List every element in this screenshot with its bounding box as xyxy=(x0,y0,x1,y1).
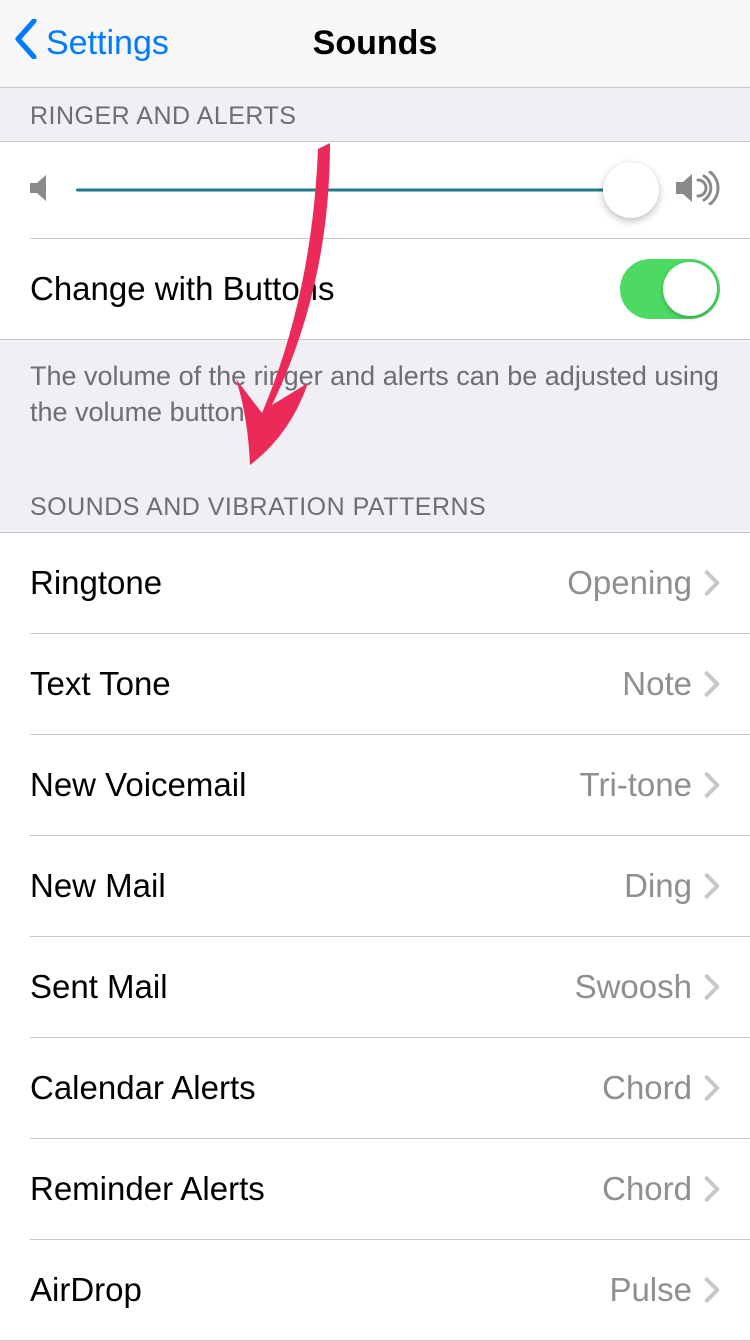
back-button[interactable]: Settings xyxy=(0,19,169,68)
slider-thumb[interactable] xyxy=(603,162,659,218)
row-label: Text Tone xyxy=(30,665,622,703)
chevron-left-icon xyxy=(14,19,46,68)
chevron-right-icon xyxy=(704,1175,720,1203)
row-value: Chord xyxy=(602,1069,692,1107)
back-label: Settings xyxy=(46,24,169,63)
row-value: Opening xyxy=(567,564,692,602)
section-header-ringer: Ringer and Alerts xyxy=(0,88,750,141)
volume-slider-row xyxy=(0,142,750,238)
chevron-right-icon xyxy=(704,1276,720,1304)
row-airdrop[interactable]: AirDropPulse xyxy=(0,1240,750,1340)
change-with-buttons-toggle[interactable] xyxy=(620,259,720,319)
row-calendar-alerts[interactable]: Calendar AlertsChord xyxy=(0,1038,750,1138)
volume-slider[interactable] xyxy=(76,170,654,210)
row-label: New Mail xyxy=(30,867,624,905)
chevron-right-icon xyxy=(704,1074,720,1102)
section-footer-ringer: The volume of the ringer and alerts can … xyxy=(0,340,750,441)
row-value: Pulse xyxy=(609,1271,692,1309)
row-label: AirDrop xyxy=(30,1271,609,1309)
row-sent-mail[interactable]: Sent MailSwoosh xyxy=(0,937,750,1037)
row-reminder-alerts[interactable]: Reminder AlertsChord xyxy=(0,1139,750,1239)
chevron-right-icon xyxy=(704,569,720,597)
section-header-patterns: Sounds and Vibration Patterns xyxy=(0,441,750,532)
chevron-right-icon xyxy=(704,973,720,1001)
chevron-right-icon xyxy=(704,771,720,799)
chevron-right-icon xyxy=(704,872,720,900)
speaker-max-icon xyxy=(676,171,720,210)
group-patterns: RingtoneOpeningText ToneNoteNew Voicemai… xyxy=(0,532,750,1341)
row-label: Calendar Alerts xyxy=(30,1069,602,1107)
row-value: Ding xyxy=(624,867,692,905)
row-ringtone[interactable]: RingtoneOpening xyxy=(0,533,750,633)
speaker-min-icon xyxy=(30,174,54,207)
row-label: Ringtone xyxy=(30,564,567,602)
row-label: Sent Mail xyxy=(30,968,575,1006)
row-label: Reminder Alerts xyxy=(30,1170,602,1208)
row-value: Swoosh xyxy=(575,968,692,1006)
row-new-voicemail[interactable]: New VoicemailTri-tone xyxy=(0,735,750,835)
row-value: Chord xyxy=(602,1170,692,1208)
row-text-tone[interactable]: Text ToneNote xyxy=(0,634,750,734)
change-with-buttons-label: Change with Buttons xyxy=(30,270,620,308)
nav-bar: Settings Sounds xyxy=(0,0,750,88)
group-ringer: Change with Buttons xyxy=(0,141,750,340)
row-new-mail[interactable]: New MailDing xyxy=(0,836,750,936)
row-label: New Voicemail xyxy=(30,766,580,804)
row-value: Tri-tone xyxy=(580,766,692,804)
row-value: Note xyxy=(622,665,692,703)
chevron-right-icon xyxy=(704,670,720,698)
row-change-with-buttons[interactable]: Change with Buttons xyxy=(0,239,750,339)
